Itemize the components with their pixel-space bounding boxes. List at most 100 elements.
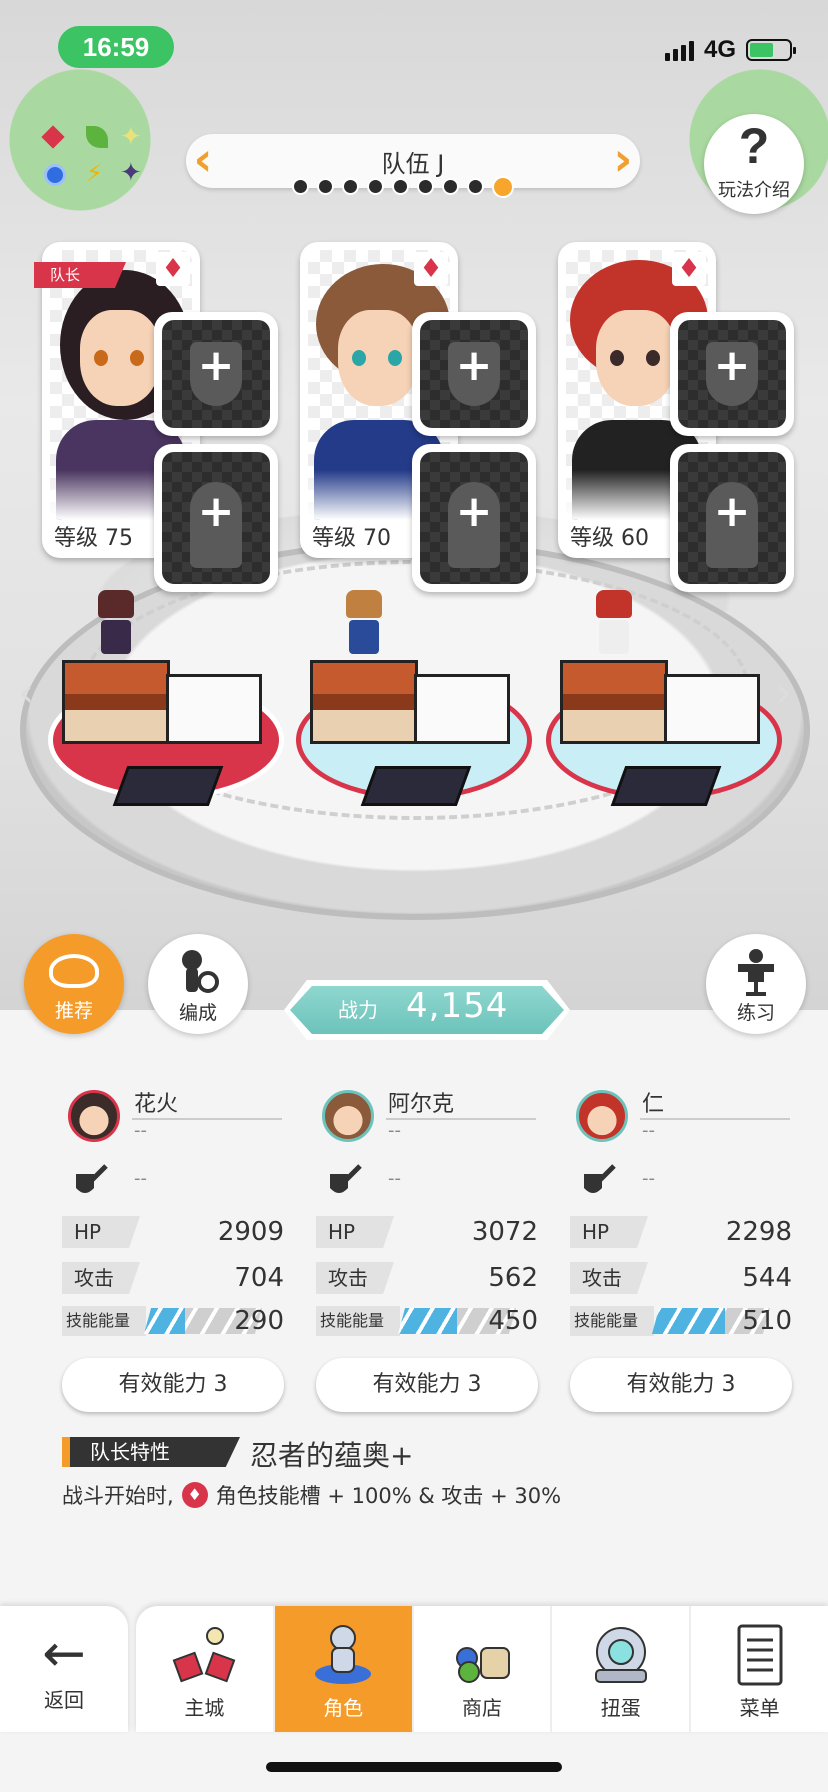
pedestal-1 [48,660,284,810]
equipment-slot-3[interactable]: + [670,312,794,436]
add-icon: + [197,340,235,391]
equipment-slot-2[interactable]: + [412,312,536,436]
skill-energy-value: 290 [234,1306,284,1336]
shield-sword-icon [76,1164,108,1193]
network-type: 4G [703,36,736,63]
trait-desc-prefix: 战斗开始时, [62,1484,174,1508]
tab-menu[interactable]: 菜单 [689,1606,828,1732]
support-slot-1[interactable]: + [154,444,278,592]
training-dummy-icon [738,949,774,996]
character-name: 阿尔克 [388,1092,455,1117]
support-slot-2[interactable]: + [412,444,536,592]
question-icon: ? [738,118,770,174]
team-dot[interactable] [492,176,514,198]
add-icon: + [713,340,751,391]
tab-gacha[interactable]: 扭蛋 [550,1606,689,1732]
power-label: 战力 [338,998,378,1022]
back-button[interactable]: ← 返回 [0,1606,128,1732]
avatar [322,1090,374,1142]
sprite-character-2 [344,590,384,654]
character-subtitle: -- [134,1120,147,1141]
team-dot[interactable] [367,178,384,195]
tab-characters-label: 角色 [323,1696,364,1720]
skill-energy-label: 技能能量 [316,1306,400,1336]
add-icon: + [455,340,493,391]
team-dot[interactable] [342,178,359,195]
help-button[interactable]: ? 玩法介绍 [704,114,804,214]
tab-home[interactable]: 主城 [136,1606,273,1732]
support-slot-3[interactable]: + [670,444,794,592]
character-icon [315,1625,372,1684]
hp-value: 2298 [725,1217,792,1247]
dark-element-icon: ✦ [120,158,142,188]
element-chart[interactable]: ✦ ⚡ ✦ [40,124,150,190]
signal-icon [664,39,694,61]
leader-tag: 队长 [34,262,126,288]
team-title: 队伍 J [381,150,445,178]
avatar [68,1090,120,1142]
recommend-icon [49,954,99,988]
team-dot[interactable] [392,178,409,195]
attack-value: 544 [742,1263,792,1293]
character-name: 仁 [642,1092,665,1117]
character-level: 等级 60 [570,526,649,551]
ability-button-2[interactable]: 有效能力 3 [316,1358,538,1412]
attack-label: 攻击 [62,1262,140,1294]
add-icon: + [455,486,493,537]
recommend-label: 推荐 [54,1000,93,1022]
fire-suit-icon: ♦ [156,252,190,286]
team-dot[interactable] [317,178,334,195]
tab-shop[interactable]: 商店 [411,1606,551,1732]
pedestal-3 [546,660,782,810]
hp-value: 3072 [471,1217,538,1247]
formation-button[interactable]: 编成 [148,934,248,1034]
fire-suit-icon: ♦ [414,252,448,286]
shop-icon [455,1647,510,1683]
add-icon: + [713,486,751,537]
skill-energy-label: 技能能量 [570,1306,654,1336]
team-dot[interactable] [467,178,484,195]
tab-gacha-label: 扭蛋 [600,1696,641,1720]
prev-team-button[interactable]: ‹ [186,134,220,188]
castle-icon [173,1627,236,1683]
character-name: 花火 [134,1092,179,1117]
skill-energy-row: 技能能量 450 [316,1306,538,1336]
status-time: 16:59 [58,26,174,68]
skill-energy-value: 510 [742,1306,792,1336]
team-dot[interactable] [442,178,459,195]
recommend-button[interactable]: 推荐 [24,934,124,1034]
tab-home-label: 主城 [184,1696,225,1720]
leader-trait-name: 忍者的蕴奥+ [250,1439,414,1472]
wood-element-icon [86,126,108,148]
gacha-icon [594,1627,647,1683]
hp-value: 2909 [217,1217,284,1247]
fire-suit-icon: ♦ [672,252,706,286]
home-indicator[interactable] [266,1762,562,1772]
character-subtitle: -- [388,1120,401,1141]
team-dot[interactable] [417,178,434,195]
avatar [576,1090,628,1142]
training-button[interactable]: 练习 [706,934,806,1034]
team-dot[interactable] [292,178,309,195]
shield-sword-icon [584,1164,616,1193]
thunder-element-icon: ⚡ [86,159,103,187]
equipment-slot-1[interactable]: + [154,312,278,436]
team-page-dots [292,176,514,198]
light-element-icon: ✦ [120,122,142,152]
sprite-character-3 [594,590,634,654]
tab-characters[interactable]: 角色 [272,1606,412,1732]
attack-label: 攻击 [570,1262,648,1294]
hp-row: HP 3072 [316,1216,538,1248]
leader-trait-tag: 队长特性 [62,1437,240,1467]
ability-button-1[interactable]: 有效能力 3 [62,1358,284,1412]
power-display: 战力 4,154 [284,980,570,1040]
hp-label: HP [62,1216,140,1248]
next-team-button[interactable]: › [606,134,640,188]
attack-value: 562 [488,1263,538,1293]
gear-value: -- [388,1168,401,1189]
attack-value: 704 [234,1263,284,1293]
water-element-icon [44,164,66,186]
ability-button-3[interactable]: 有效能力 3 [570,1358,792,1412]
sprite-character-1 [96,590,136,654]
status-icons: 4G [664,36,796,64]
